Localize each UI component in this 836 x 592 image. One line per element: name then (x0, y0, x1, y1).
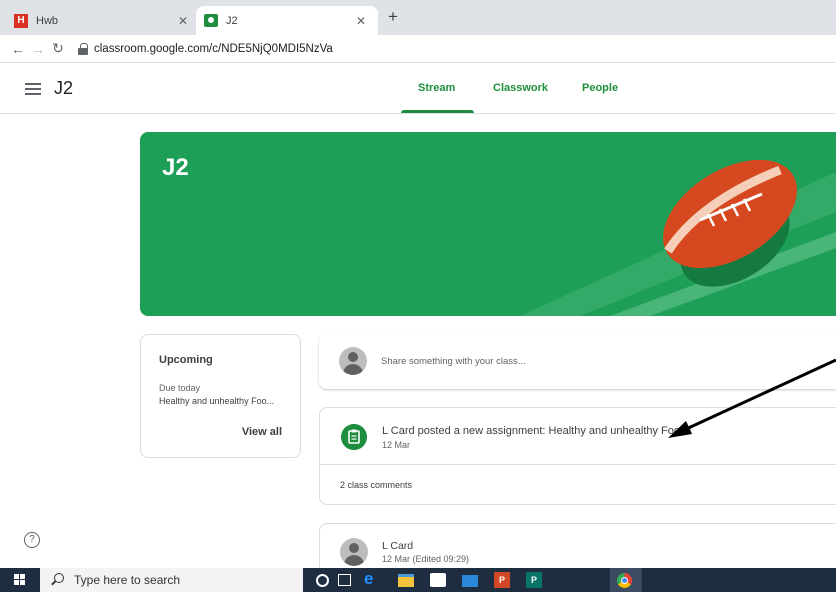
assignment-icon (341, 424, 367, 450)
windows-start-icon[interactable] (14, 574, 26, 586)
tab-title: Hwb (36, 14, 59, 27)
back-arrow-icon[interactable]: ← (8, 41, 28, 57)
task-view-icon[interactable] (338, 574, 351, 586)
class-title[interactable]: J2 (54, 78, 73, 99)
edge-icon[interactable]: e (364, 569, 380, 588)
share-input[interactable]: Share something with your class... (381, 356, 526, 367)
mail-icon[interactable] (462, 575, 478, 587)
due-today-label: Due today (159, 383, 201, 393)
football-illustration (520, 159, 836, 316)
post-author: L Card (382, 540, 414, 552)
tab-classwork[interactable]: Classwork (493, 82, 548, 94)
class-banner: J2 (140, 132, 836, 316)
file-explorer-icon[interactable] (398, 574, 414, 587)
taskbar-search-box[interactable]: Type here to search (40, 568, 303, 592)
tab-stream[interactable]: Stream (418, 82, 455, 94)
assignment-date: 12 Mar (382, 440, 411, 450)
assignment-post[interactable]: L Card posted a new assignment: Healthy … (319, 407, 836, 505)
share-box[interactable]: Share something with your class... (319, 333, 836, 389)
tab-title: J2 (226, 14, 238, 27)
classroom-favicon-icon (204, 14, 218, 27)
browser-toolbar: ← → ↻ classroom.google.com/c/NDE5NjQ0MDI… (0, 35, 836, 63)
search-icon (54, 573, 64, 583)
avatar-icon (339, 347, 367, 375)
class-comments-link[interactable]: 2 class comments (340, 480, 412, 490)
upcoming-title: Upcoming (159, 354, 213, 366)
avatar-icon (340, 538, 368, 566)
windows-taskbar: Type here to search e P P (0, 568, 836, 592)
new-tab-button[interactable]: + (388, 8, 398, 25)
tab-people[interactable]: People (582, 82, 618, 94)
help-icon[interactable]: ? (24, 532, 40, 548)
lock-icon[interactable] (78, 42, 88, 55)
view-all-button[interactable]: View all (242, 426, 282, 438)
taskbar-search-input[interactable]: Type here to search (74, 573, 180, 587)
cortana-icon[interactable] (316, 574, 329, 587)
powerpoint-icon[interactable]: P (494, 572, 510, 588)
publisher-icon[interactable]: P (526, 572, 542, 588)
hwb-favicon-icon: H (14, 13, 28, 28)
upcoming-card: Upcoming Due today Healthy and unhealthy… (140, 334, 301, 458)
classroom-app-bar: J2 Stream Classwork People (0, 64, 836, 114)
active-tab-indicator (401, 110, 474, 113)
browser-tab-hwb[interactable]: H Hwb ✕ (8, 6, 200, 35)
close-tab-icon[interactable]: ✕ (356, 14, 366, 28)
store-icon[interactable] (430, 573, 446, 587)
browser-tab-strip: H Hwb ✕ J2 ✕ + (0, 0, 836, 35)
address-bar[interactable]: classroom.google.com/c/NDE5NjQ0MDI5NzVa (94, 43, 333, 55)
close-tab-icon[interactable]: ✕ (178, 14, 188, 28)
chrome-icon[interactable] (617, 573, 632, 588)
reload-icon[interactable]: ↻ (48, 40, 68, 57)
post-date: 12 Mar (Edited 09:29) (382, 554, 470, 564)
assignment-title[interactable]: L Card posted a new assignment: Healthy … (382, 425, 692, 437)
forward-arrow-icon[interactable]: → (28, 41, 48, 57)
upcoming-assignment-link[interactable]: Healthy and unhealthy Foo... (159, 396, 274, 406)
browser-tab-j2[interactable]: J2 ✕ (196, 6, 378, 35)
divider (320, 464, 836, 465)
main-menu-icon[interactable] (25, 83, 41, 95)
banner-class-title: J2 (162, 154, 189, 181)
